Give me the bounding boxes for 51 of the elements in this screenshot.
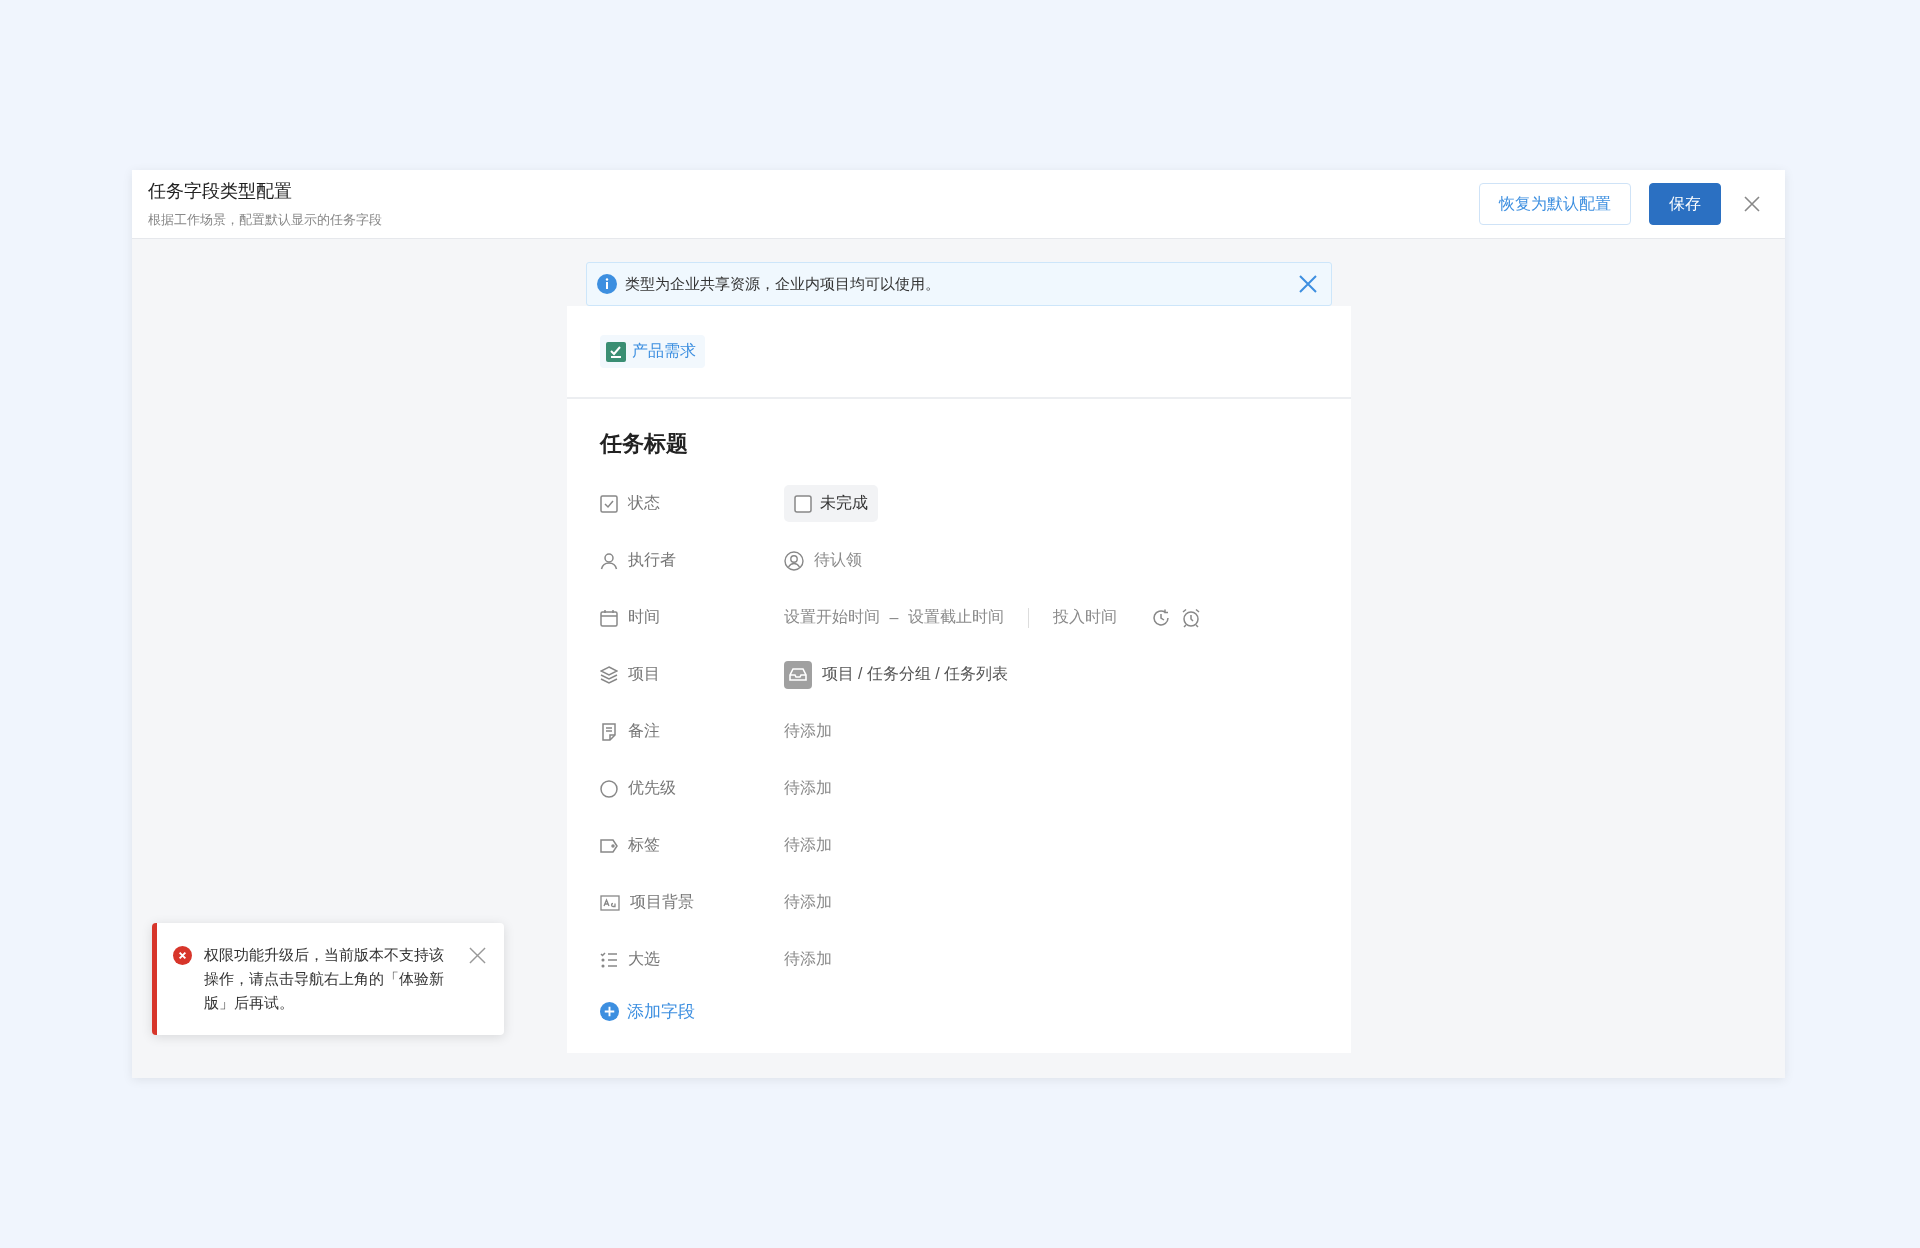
close-icon bbox=[469, 947, 486, 964]
checkbox-icon bbox=[793, 494, 812, 513]
layers-icon bbox=[599, 665, 618, 684]
field-label: 时间 bbox=[627, 607, 660, 627]
reset-button[interactable]: 恢复为默认配置 bbox=[1479, 183, 1631, 225]
type-tag[interactable]: 产品需求 bbox=[599, 335, 705, 368]
effort-time-value[interactable]: 投入时间 bbox=[1053, 607, 1118, 628]
repeat-icon[interactable] bbox=[1151, 607, 1172, 628]
checkbox-icon bbox=[599, 494, 618, 513]
dialog-subtitle: 根据工作场景，配置默认显示的任务字段 bbox=[148, 211, 383, 229]
field-label: 项目 bbox=[627, 664, 660, 684]
inbox-icon bbox=[783, 660, 812, 689]
field-placeholder[interactable]: 待添加 bbox=[783, 778, 832, 799]
field-label: 执行者 bbox=[627, 550, 676, 570]
tag-icon bbox=[599, 836, 618, 855]
save-button[interactable]: 保存 bbox=[1649, 183, 1721, 225]
note-icon bbox=[599, 722, 618, 741]
status-toggle[interactable]: 未完成 bbox=[783, 485, 878, 522]
avatar-icon bbox=[783, 550, 804, 571]
dialog-title: 任务字段类型配置 bbox=[148, 180, 293, 203]
close-icon bbox=[1298, 275, 1317, 293]
circle-icon bbox=[599, 779, 618, 798]
field-placeholder[interactable]: 待添加 bbox=[783, 721, 832, 742]
project-path[interactable]: 项目 / 任务分组 / 任务列表 bbox=[821, 664, 1009, 685]
field-placeholder[interactable]: 待添加 bbox=[783, 949, 832, 970]
add-field-button[interactable]: 添加字段 bbox=[599, 1000, 695, 1023]
field-placeholder[interactable]: 待添加 bbox=[783, 892, 832, 913]
check-square-icon bbox=[605, 341, 626, 362]
info-icon bbox=[596, 274, 617, 294]
toast-message: 权限功能升级后，当前版本不支持该操作，请点击导航右上角的「体验新版」后再试。 bbox=[204, 945, 445, 1013]
assignee-value[interactable]: 待认领 bbox=[813, 550, 862, 571]
field-label: 大选 bbox=[627, 949, 660, 969]
info-text: 类型为企业共享资源，企业内项目均可以使用。 bbox=[624, 274, 941, 294]
alarm-clock-icon[interactable] bbox=[1181, 607, 1202, 628]
calendar-icon bbox=[599, 608, 618, 627]
field-placeholder[interactable]: 待添加 bbox=[783, 835, 832, 856]
task-title: 任务标题 bbox=[599, 430, 689, 458]
start-time-value[interactable]: 设置开始时间 bbox=[783, 607, 880, 628]
field-label: 优先级 bbox=[627, 778, 676, 798]
plus-circle-icon bbox=[599, 1002, 619, 1021]
checklist-icon bbox=[599, 950, 618, 969]
error-icon bbox=[173, 946, 192, 965]
field-label: 项目背景 bbox=[629, 892, 694, 912]
field-label: 标签 bbox=[627, 835, 660, 855]
field-label: 状态 bbox=[627, 493, 660, 513]
range-dash: – bbox=[889, 608, 899, 627]
text-format-icon bbox=[599, 894, 620, 911]
field-label: 备注 bbox=[627, 721, 660, 741]
person-icon bbox=[599, 551, 618, 570]
close-icon bbox=[1743, 195, 1761, 213]
due-time-value[interactable]: 设置截止时间 bbox=[908, 607, 1005, 628]
